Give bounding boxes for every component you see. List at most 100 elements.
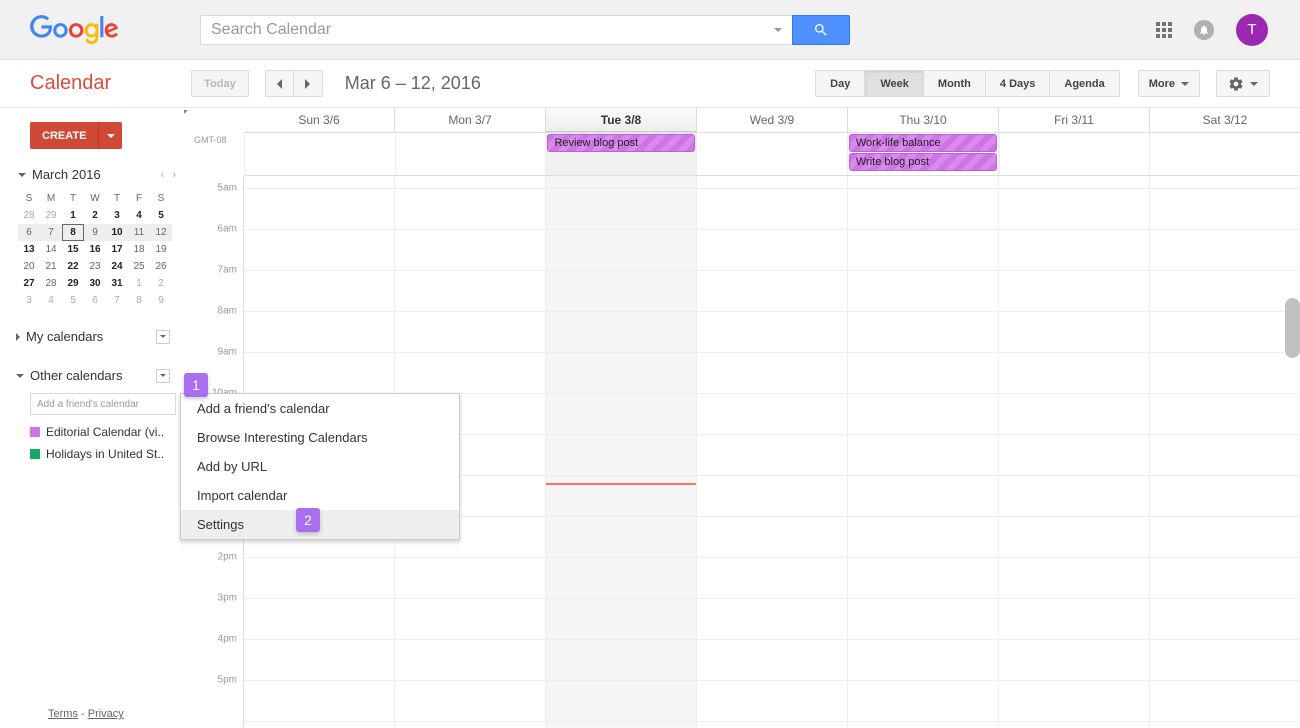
minical-day[interactable]: 10 [106, 224, 128, 241]
minical-day[interactable]: 8 [128, 292, 150, 309]
minical-day[interactable]: 29 [62, 275, 84, 292]
terms-link[interactable]: Terms [48, 708, 78, 720]
minical-day[interactable]: 2 [84, 207, 106, 224]
menu-item-add-a-friend-s-calendar[interactable]: Add a friend's calendar [181, 394, 459, 423]
minical-day[interactable]: 3 [106, 207, 128, 224]
minical-day[interactable]: 27 [18, 275, 40, 292]
minical-day[interactable]: 31 [106, 275, 128, 292]
minical-day[interactable]: 9 [150, 292, 172, 309]
settings-button[interactable] [1216, 70, 1270, 97]
allday-col-sun[interactable] [244, 133, 395, 175]
day-header[interactable]: Fri 3/11 [998, 108, 1149, 132]
notifications-icon[interactable] [1194, 20, 1214, 40]
minical-day[interactable]: 5 [150, 207, 172, 224]
view-month[interactable]: Month [924, 70, 986, 97]
create-button[interactable]: CREATE [30, 122, 98, 149]
allday-col-sat[interactable] [1149, 133, 1300, 175]
scrollbar-thumb[interactable] [1285, 298, 1300, 358]
day-header[interactable]: Mon 3/7 [394, 108, 545, 132]
minical-day[interactable]: 15 [62, 241, 84, 258]
time-column[interactable] [998, 176, 1149, 728]
view-week[interactable]: Week [865, 70, 924, 97]
minical-day[interactable]: 25 [128, 258, 150, 275]
view-day[interactable]: Day [815, 70, 865, 97]
minical-day[interactable]: 28 [40, 275, 62, 292]
calendar-item[interactable]: Editorial Calendar (vi.. [10, 421, 184, 443]
other-calendars-menu-button[interactable] [156, 369, 170, 383]
time-column[interactable] [696, 176, 847, 728]
minical-day[interactable]: 18 [128, 241, 150, 258]
minical-day[interactable]: 11 [128, 224, 150, 241]
minical-next[interactable]: › [172, 169, 176, 181]
menu-item-settings[interactable]: Settings [181, 510, 459, 539]
apps-grid-icon[interactable] [1156, 22, 1172, 38]
user-avatar[interactable]: T [1236, 14, 1268, 46]
minical-day[interactable]: 1 [62, 207, 84, 224]
event-review-blog-post[interactable]: Review blog post [547, 134, 695, 152]
minical-day[interactable]: 4 [128, 207, 150, 224]
prev-week-button[interactable] [265, 70, 294, 97]
day-header[interactable]: Thu 3/10 [847, 108, 998, 132]
minical-day[interactable]: 29 [40, 207, 62, 224]
day-header[interactable]: Wed 3/9 [696, 108, 847, 132]
minical-day[interactable]: 30 [84, 275, 106, 292]
event-work-life-balance[interactable]: Work-life balance [849, 134, 997, 152]
menu-item-import-calendar[interactable]: Import calendar [181, 481, 459, 510]
more-button[interactable]: More [1138, 70, 1200, 97]
my-calendars-menu-button[interactable] [156, 330, 170, 344]
minical-day[interactable]: 8 [62, 224, 84, 241]
minical-day[interactable]: 6 [18, 224, 40, 241]
minical-day[interactable]: 14 [40, 241, 62, 258]
allday-col-thu[interactable]: Work-life balance Write blog post [847, 133, 999, 175]
minical-day[interactable]: 26 [150, 258, 172, 275]
minical-day[interactable]: 6 [84, 292, 106, 309]
other-calendars-header[interactable]: Other calendars [10, 364, 184, 387]
privacy-link[interactable]: Privacy [88, 708, 124, 720]
my-calendars-header[interactable]: My calendars [10, 325, 184, 348]
create-dropdown-button[interactable] [98, 122, 122, 149]
minical-day[interactable]: 16 [84, 241, 106, 258]
calendar-item[interactable]: Holidays in United St.. [10, 443, 184, 465]
minical-day[interactable]: 9 [84, 224, 106, 241]
minical-header[interactable]: March 2016 ‹ › [18, 167, 184, 182]
allday-col-mon[interactable] [395, 133, 546, 175]
next-week-button[interactable] [294, 70, 323, 97]
search-input[interactable]: Search Calendar [200, 15, 792, 45]
minical-day[interactable]: 7 [40, 224, 62, 241]
time-column[interactable] [847, 176, 998, 728]
time-column[interactable] [545, 176, 696, 728]
day-header[interactable]: Sun 3/6 [244, 108, 394, 132]
minical-day[interactable]: 3 [18, 292, 40, 309]
today-button[interactable]: Today [191, 70, 249, 97]
minical-day[interactable]: 4 [40, 292, 62, 309]
google-logo[interactable] [30, 13, 122, 46]
minical-prev[interactable]: ‹ [161, 169, 165, 181]
view-agenda[interactable]: Agenda [1050, 70, 1119, 97]
view-4days[interactable]: 4 Days [986, 70, 1050, 97]
minical-day[interactable]: 1 [128, 275, 150, 292]
minical-day[interactable]: 13 [18, 241, 40, 258]
search-options-caret-icon[interactable] [774, 28, 782, 32]
minical-day[interactable]: 21 [40, 258, 62, 275]
add-friend-calendar-input[interactable]: Add a friend's calendar [30, 393, 176, 415]
minical-day[interactable]: 20 [18, 258, 40, 275]
minical-day[interactable]: 19 [150, 241, 172, 258]
menu-item-browse-interesting-calendars[interactable]: Browse Interesting Calendars [181, 423, 459, 452]
allday-col-fri[interactable] [999, 133, 1150, 175]
allday-col-wed[interactable] [696, 133, 847, 175]
minical-day[interactable]: 2 [150, 275, 172, 292]
minical-day[interactable]: 17 [106, 241, 128, 258]
grid-collapse-icon[interactable] [184, 110, 188, 115]
search-button[interactable] [792, 15, 850, 45]
minical-day[interactable]: 7 [106, 292, 128, 309]
menu-item-add-by-url[interactable]: Add by URL [181, 452, 459, 481]
minical-day[interactable]: 5 [62, 292, 84, 309]
day-header[interactable]: Sat 3/12 [1149, 108, 1300, 132]
minical-day[interactable]: 24 [106, 258, 128, 275]
minical-day[interactable]: 28 [18, 207, 40, 224]
minical-day[interactable]: 23 [84, 258, 106, 275]
event-write-blog-post[interactable]: Write blog post [849, 153, 997, 171]
time-column[interactable] [1149, 176, 1300, 728]
day-header[interactable]: Tue 3/8 [545, 108, 696, 132]
minical-day[interactable]: 22 [62, 258, 84, 275]
